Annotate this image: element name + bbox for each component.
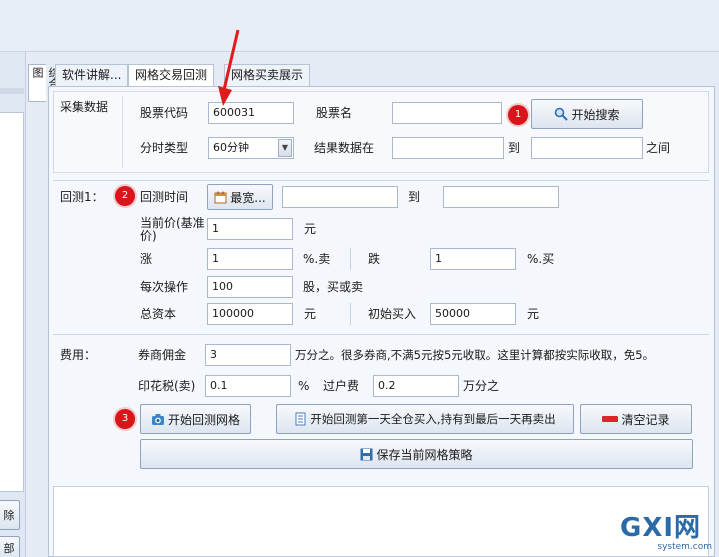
commission-input[interactable]: 3 xyxy=(205,344,291,366)
all-button-label: 部 xyxy=(3,542,15,555)
rise-divider xyxy=(350,248,351,270)
annotation-badge-3: 3 xyxy=(115,409,135,429)
tab-grid-backtest-label: 网格交易回测 xyxy=(135,68,208,82)
backtest-from-input[interactable] xyxy=(282,186,398,208)
commission-note: 万分之。很多券商,不满5元按5元收取。这里计算都按实际收取，免5。 xyxy=(295,348,655,362)
search-icon xyxy=(555,107,569,121)
camera-icon xyxy=(151,413,164,425)
start-grid-backtest-button[interactable]: 开始回测网格 xyxy=(140,404,251,434)
stock-name-input[interactable] xyxy=(392,102,502,124)
save-strategy-button[interactable]: 保存当前网格策略 xyxy=(140,439,693,469)
minus-icon xyxy=(602,416,619,422)
widest-range-button-label: 最宽... xyxy=(230,190,266,205)
result-from-input[interactable] xyxy=(392,137,504,159)
result-label: 结果数据在 xyxy=(314,141,375,155)
transfer-fee-label: 过户费 xyxy=(323,379,360,393)
capital-unit: 元 xyxy=(304,307,317,321)
start-grid-backtest-label: 开始回测网格 xyxy=(167,412,240,427)
fall-unit: %.买 xyxy=(527,252,555,266)
watermark-sub: system.com xyxy=(657,542,712,552)
tab-grid-backtest[interactable]: 网格交易回测 xyxy=(128,64,215,87)
save-strategy-label: 保存当前网格策略 xyxy=(376,447,473,462)
transfer-fee-input[interactable]: 0.2 xyxy=(373,375,459,397)
red-arrow-annotation xyxy=(218,29,240,106)
vertical-tab[interactable]: 综合图 xyxy=(28,64,60,102)
transfer-fee-unit: 万分之 xyxy=(463,379,500,393)
stamp-tax-unit: % xyxy=(298,379,310,393)
period-label: 分时类型 xyxy=(140,141,189,155)
fees-separator xyxy=(53,334,709,335)
operation-label: 每次操作 xyxy=(140,280,189,294)
capital-label: 总资本 xyxy=(140,307,177,321)
stamp-tax-input[interactable]: 0.1 xyxy=(205,375,291,397)
rise-input[interactable]: 1 xyxy=(207,248,293,270)
fall-label: 跌 xyxy=(368,252,381,266)
start-hold-backtest-label: 开始回测第一天全仓买入,持有到最后一天再卖出 xyxy=(310,412,556,426)
period-select-value: 60分钟 xyxy=(213,141,249,154)
between-label: 之间 xyxy=(646,141,671,155)
collect-divider xyxy=(122,96,123,168)
delete-button-label: 除 xyxy=(3,509,15,522)
rise-unit: %.卖 xyxy=(303,252,331,266)
fees-title: 费用： xyxy=(60,348,97,362)
capital-divider xyxy=(350,303,351,325)
left-list[interactable] xyxy=(0,112,24,492)
base-price-label: 当前价(基准价) xyxy=(140,216,205,243)
left-header-bar xyxy=(0,88,24,94)
base-price-unit: 元 xyxy=(304,222,317,236)
collect-title: 采集数据 xyxy=(60,100,109,114)
stock-name-label: 股票名 xyxy=(316,106,353,120)
stamp-tax-label: 印花税(卖) xyxy=(138,379,196,393)
result-to-input[interactable] xyxy=(531,137,643,159)
backtest-to-label: 到 xyxy=(408,190,421,204)
capital-input[interactable]: 100000 xyxy=(207,303,293,325)
operation-unit: 股，买或卖 xyxy=(303,280,364,294)
search-button-label: 开始搜索 xyxy=(571,107,620,122)
fall-input[interactable]: 1 xyxy=(430,248,516,270)
tab-tutorial[interactable]: 软件讲解... xyxy=(55,64,129,86)
clear-records-button[interactable]: 清空记录 xyxy=(580,404,692,434)
save-icon xyxy=(360,448,373,460)
all-button[interactable]: 部 xyxy=(0,536,20,557)
initial-buy-unit: 元 xyxy=(527,307,540,321)
start-hold-backtest-button[interactable]: 开始回测第一天全仓买入,持有到最后一天再卖出 xyxy=(276,404,574,434)
initial-buy-label: 初始买入 xyxy=(368,307,417,321)
commission-label: 券商佣金 xyxy=(138,348,187,362)
watermark-main: GXI网 xyxy=(620,513,702,543)
calendar-icon xyxy=(214,191,227,203)
initial-buy-input[interactable]: 50000 xyxy=(430,303,516,325)
search-button[interactable]: 开始搜索 xyxy=(531,99,643,129)
rise-label: 涨 xyxy=(140,252,153,266)
annotation-badge-1: 1 xyxy=(508,105,528,125)
top-strip xyxy=(0,0,719,52)
delete-button[interactable]: 除 xyxy=(0,500,20,530)
scroll-icon xyxy=(295,412,306,426)
result-to-label: 到 xyxy=(508,141,521,155)
backtest-to-input[interactable] xyxy=(443,186,559,208)
clear-records-label: 清空记录 xyxy=(621,412,670,427)
chevron-down-icon[interactable]: ▼ xyxy=(278,139,292,157)
annotation-badge-2: 2 xyxy=(115,186,135,206)
backtest-time-label: 回测时间 xyxy=(140,190,189,204)
backtest-title: 回测1： xyxy=(60,190,104,204)
output-area[interactable] xyxy=(53,486,709,557)
operation-input[interactable]: 100 xyxy=(207,276,293,298)
stock-code-label: 股票代码 xyxy=(140,106,189,120)
widest-range-button[interactable]: 最宽... xyxy=(207,184,273,210)
watermark-logo: GXI网 system.com xyxy=(620,514,718,556)
base-price-input[interactable]: 1 xyxy=(207,218,293,240)
backtest-separator xyxy=(53,180,709,181)
tab-tutorial-label: 软件讲解... xyxy=(62,68,122,82)
